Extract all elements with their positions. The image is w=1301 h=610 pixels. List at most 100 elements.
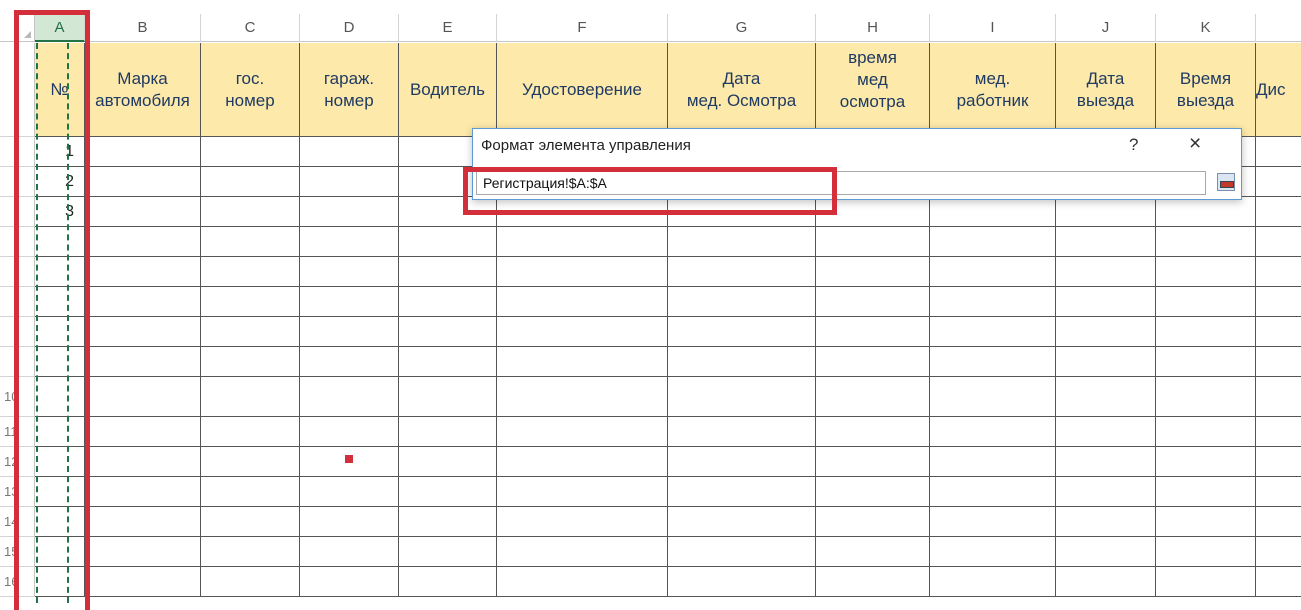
- row-header[interactable]: [0, 197, 35, 227]
- grid-cell[interactable]: [1156, 477, 1256, 507]
- grid-cell[interactable]: [300, 287, 399, 317]
- row-header[interactable]: [0, 43, 35, 137]
- grid-cell[interactable]: [399, 347, 497, 377]
- grid-cell[interactable]: [816, 287, 930, 317]
- grid-cell[interactable]: [1256, 417, 1301, 447]
- grid-cell[interactable]: [1056, 377, 1156, 417]
- grid-cell[interactable]: [85, 567, 201, 597]
- grid-cell[interactable]: [35, 227, 85, 257]
- grid-cell[interactable]: [668, 507, 816, 537]
- grid-cell[interactable]: [816, 227, 930, 257]
- grid-cell[interactable]: [201, 347, 300, 377]
- grid-cell[interactable]: [1256, 537, 1301, 567]
- grid-cell[interactable]: [201, 137, 300, 167]
- grid-cell[interactable]: [668, 347, 816, 377]
- grid-cell[interactable]: [1256, 347, 1301, 377]
- grid-cell[interactable]: [1256, 227, 1301, 257]
- grid-cell[interactable]: [85, 417, 201, 447]
- grid-cell[interactable]: [668, 447, 816, 477]
- grid-cell[interactable]: [1256, 197, 1301, 227]
- grid-cell[interactable]: [668, 287, 816, 317]
- row-header[interactable]: [0, 137, 35, 167]
- grid-cell[interactable]: [85, 377, 201, 417]
- grid-cell[interactable]: [1256, 257, 1301, 287]
- grid-cell[interactable]: [816, 477, 930, 507]
- grid-cell[interactable]: [35, 347, 85, 377]
- grid-cell[interactable]: [1156, 537, 1256, 567]
- grid-cell[interactable]: [1256, 377, 1301, 417]
- grid-cell[interactable]: [1256, 447, 1301, 477]
- grid-cell[interactable]: [497, 257, 668, 287]
- grid-cell[interactable]: [201, 227, 300, 257]
- grid-cell[interactable]: [85, 287, 201, 317]
- row-header[interactable]: [0, 287, 35, 317]
- grid-cell[interactable]: [930, 477, 1056, 507]
- row-header[interactable]: 12: [0, 447, 35, 477]
- grid-cell[interactable]: [668, 257, 816, 287]
- row-header[interactable]: [0, 257, 35, 287]
- grid-cell[interactable]: [1156, 347, 1256, 377]
- grid-cell[interactable]: [399, 227, 497, 257]
- grid-cell[interactable]: [930, 347, 1056, 377]
- grid-cell[interactable]: [816, 197, 930, 227]
- grid-cell[interactable]: [668, 377, 816, 417]
- grid-cell[interactable]: [85, 197, 201, 227]
- grid-cell[interactable]: [1156, 317, 1256, 347]
- row-header[interactable]: 15: [0, 537, 35, 567]
- grid-cell[interactable]: [201, 377, 300, 417]
- header-cell-departure-time[interactable]: Время выезда: [1156, 43, 1256, 137]
- header-cell-plate-number[interactable]: гос. номер: [201, 43, 300, 137]
- grid-cell[interactable]: [497, 567, 668, 597]
- row-header[interactable]: [0, 167, 35, 197]
- grid-cell[interactable]: [399, 287, 497, 317]
- header-cell-departure-date[interactable]: Дата выезда: [1056, 43, 1156, 137]
- row-header[interactable]: [0, 227, 35, 257]
- grid-cell[interactable]: [816, 347, 930, 377]
- grid-cell[interactable]: [85, 447, 201, 477]
- grid-cell[interactable]: [1056, 347, 1156, 377]
- column-header-l[interactable]: [1256, 14, 1301, 42]
- grid-cell[interactable]: [930, 537, 1056, 567]
- grid-cell[interactable]: [497, 447, 668, 477]
- grid-cell[interactable]: [300, 537, 399, 567]
- header-cell-medcheck-date[interactable]: Дата мед. Осмотра: [668, 43, 816, 137]
- grid-cell[interactable]: [816, 317, 930, 347]
- column-header-a[interactable]: A: [35, 14, 85, 42]
- header-cell-med-worker[interactable]: мед. работник: [930, 43, 1056, 137]
- grid-cell[interactable]: [399, 377, 497, 417]
- grid-cell[interactable]: [300, 477, 399, 507]
- grid-cell[interactable]: 2: [35, 167, 85, 197]
- grid-cell[interactable]: [497, 197, 668, 227]
- grid-cell[interactable]: [1156, 227, 1256, 257]
- grid-cell[interactable]: [300, 507, 399, 537]
- grid-cell[interactable]: [35, 567, 85, 597]
- grid-cell[interactable]: [201, 567, 300, 597]
- grid-cell[interactable]: [1156, 447, 1256, 477]
- grid-cell[interactable]: [300, 417, 399, 447]
- grid-cell[interactable]: [497, 317, 668, 347]
- grid-cell[interactable]: [300, 227, 399, 257]
- grid-cell[interactable]: [816, 417, 930, 447]
- grid-cell[interactable]: [668, 537, 816, 567]
- grid-cell[interactable]: [497, 417, 668, 447]
- grid-cell[interactable]: [1156, 257, 1256, 287]
- grid-cell[interactable]: [1256, 137, 1301, 167]
- grid-cell[interactable]: [201, 537, 300, 567]
- grid-cell[interactable]: [930, 377, 1056, 417]
- grid-cell[interactable]: [201, 417, 300, 447]
- grid-cell[interactable]: [201, 317, 300, 347]
- grid-cell[interactable]: [816, 537, 930, 567]
- grid-cell[interactable]: [35, 447, 85, 477]
- grid-cell[interactable]: [1256, 567, 1301, 597]
- grid-cell[interactable]: [1056, 417, 1156, 447]
- grid-cell[interactable]: [85, 537, 201, 567]
- grid-cell[interactable]: [1156, 507, 1256, 537]
- grid-cell[interactable]: [85, 477, 201, 507]
- row-header[interactable]: 14: [0, 507, 35, 537]
- grid-cell[interactable]: [930, 417, 1056, 447]
- grid-cell[interactable]: [201, 507, 300, 537]
- grid-cell[interactable]: [85, 167, 201, 197]
- header-cell-garage-number[interactable]: гараж. номер: [300, 43, 399, 137]
- grid-cell[interactable]: [930, 317, 1056, 347]
- grid-cell[interactable]: [668, 227, 816, 257]
